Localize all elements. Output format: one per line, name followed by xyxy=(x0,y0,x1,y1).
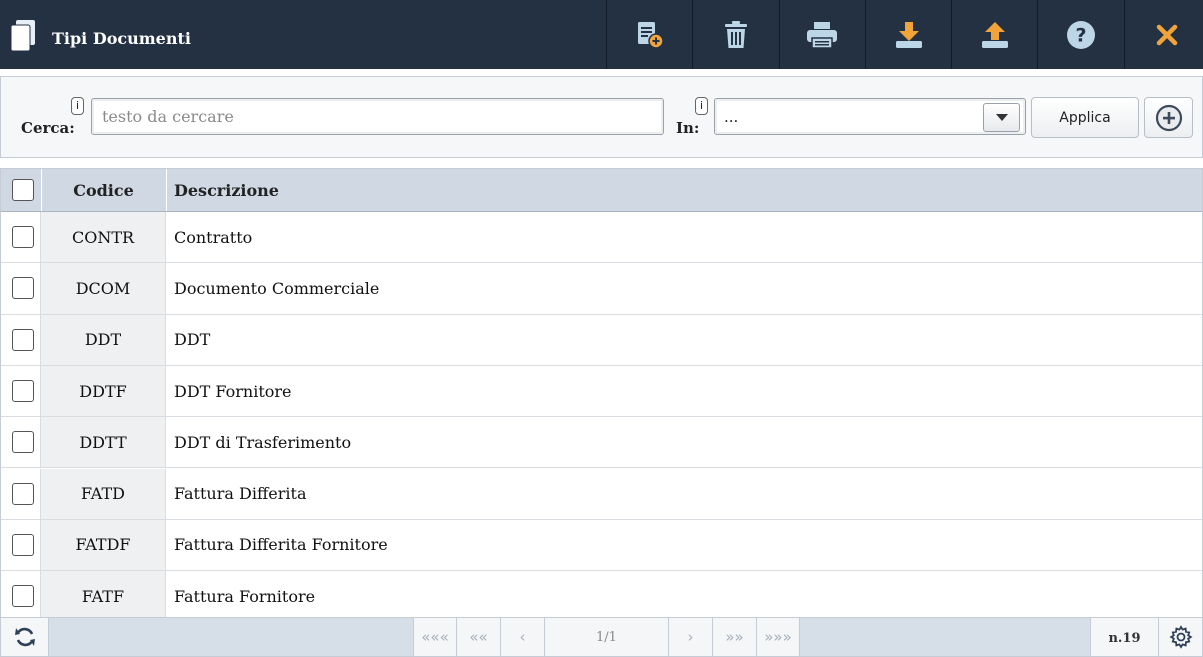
search-field-select[interactable]: ... xyxy=(714,98,1026,135)
search-input[interactable] xyxy=(91,98,664,135)
header-toolbar: ? xyxy=(606,0,1203,69)
new-document-icon xyxy=(637,21,664,49)
table-row[interactable]: DDT DDT xyxy=(1,314,1202,366)
new-document-button[interactable] xyxy=(606,0,692,69)
search-info-icon[interactable]: i xyxy=(71,97,84,115)
row-code: DCOM xyxy=(41,263,166,314)
table-row[interactable]: DDTF DDT Fornitore xyxy=(1,365,1202,418)
delete-button[interactable] xyxy=(692,0,778,69)
column-header-description[interactable]: Descrizione xyxy=(174,169,279,211)
upload-icon xyxy=(981,21,1008,48)
pager-bar: ««« «« ‹ 1/1 › »» »»» n.19 xyxy=(0,617,1203,657)
settings-button[interactable] xyxy=(1158,618,1202,656)
chevron-down-icon xyxy=(995,114,1008,121)
table-row[interactable]: FATF Fattura Fornitore xyxy=(1,571,1202,617)
printer-icon xyxy=(807,21,838,49)
search-bar: Cerca: i In: i ... Applica xyxy=(0,76,1203,158)
refresh-icon xyxy=(14,627,35,647)
row-code: FATD xyxy=(41,468,166,519)
row-checkbox[interactable] xyxy=(12,226,34,248)
search-in-info-icon[interactable]: i xyxy=(695,97,708,115)
row-description: DDT Fornitore xyxy=(174,381,292,401)
pager-next-button[interactable]: › xyxy=(668,618,712,656)
row-checkbox[interactable] xyxy=(12,328,34,351)
row-description: Documento Commerciale xyxy=(174,278,380,298)
table-row[interactable]: FATD Fattura Differita xyxy=(1,468,1202,520)
pager-last-button[interactable]: »»» xyxy=(756,618,800,656)
row-description: Fattura Differita Fornitore xyxy=(174,535,388,555)
table-row[interactable]: FATDF Fattura Differita Fornitore xyxy=(1,519,1202,572)
search-label: Cerca: xyxy=(21,119,75,137)
select-all-checkbox[interactable] xyxy=(12,179,34,201)
row-code: DDTF xyxy=(41,365,166,417)
row-checkbox[interactable] xyxy=(12,277,34,300)
row-checkbox[interactable] xyxy=(12,585,34,608)
download-button[interactable] xyxy=(864,0,951,69)
trash-icon xyxy=(724,20,747,48)
row-description: Fattura Differita xyxy=(174,484,307,504)
pager-prev-button[interactable]: ‹ xyxy=(500,618,544,656)
search-field-value: ... xyxy=(724,108,739,126)
plus-circle-icon xyxy=(1155,104,1182,131)
print-button[interactable] xyxy=(778,0,865,69)
pager-next-fast-button[interactable]: »» xyxy=(712,618,756,656)
page-title: Tipi Documenti xyxy=(52,29,191,48)
row-description: Contratto xyxy=(174,227,253,247)
column-header-code[interactable]: Codice xyxy=(41,169,166,211)
help-icon: ? xyxy=(1067,20,1096,49)
svg-text:?: ? xyxy=(1076,24,1087,46)
download-icon xyxy=(895,21,922,48)
table-row[interactable]: CONTR Contratto xyxy=(1,212,1202,264)
row-description: DDT di Trasferimento xyxy=(174,432,352,452)
documents-icon xyxy=(10,20,35,52)
record-count: n.19 xyxy=(1090,618,1158,656)
row-code: DDT xyxy=(41,314,166,365)
row-checkbox[interactable] xyxy=(12,482,34,505)
upload-button[interactable] xyxy=(951,0,1037,69)
row-checkbox[interactable] xyxy=(12,533,34,556)
pager-info: 1/1 xyxy=(544,618,668,656)
table-header: Codice Descrizione xyxy=(1,169,1202,212)
close-icon xyxy=(1157,24,1178,45)
row-code: FATF xyxy=(41,571,166,617)
table-row[interactable]: DCOM Documento Commerciale xyxy=(1,263,1202,315)
row-checkbox[interactable] xyxy=(12,379,34,402)
row-code: FATDF xyxy=(41,519,166,571)
row-code: DDTT xyxy=(41,417,166,468)
refresh-button[interactable] xyxy=(1,618,49,656)
add-filter-button[interactable] xyxy=(1144,97,1193,138)
help-button[interactable]: ? xyxy=(1037,0,1123,69)
app-header: Tipi Documenti ? xyxy=(0,0,1203,69)
row-checkbox[interactable] xyxy=(12,431,34,454)
dropdown-arrow-button[interactable] xyxy=(983,103,1020,132)
row-code: CONTR xyxy=(41,212,166,263)
pager-prev-fast-button[interactable]: «« xyxy=(456,618,500,656)
gear-icon xyxy=(1168,625,1193,649)
documents-table: Codice Descrizione CONTR Contratto DCOM … xyxy=(0,168,1203,617)
search-in-label: In: xyxy=(676,119,700,137)
row-description: DDT xyxy=(174,330,211,350)
close-button[interactable] xyxy=(1123,0,1203,69)
table-row[interactable]: DDTT DDT di Trasferimento xyxy=(1,417,1202,469)
apply-button[interactable]: Applica xyxy=(1031,97,1139,138)
pager-first-button[interactable]: ««« xyxy=(413,618,456,656)
row-description: Fattura Fornitore xyxy=(174,586,316,606)
